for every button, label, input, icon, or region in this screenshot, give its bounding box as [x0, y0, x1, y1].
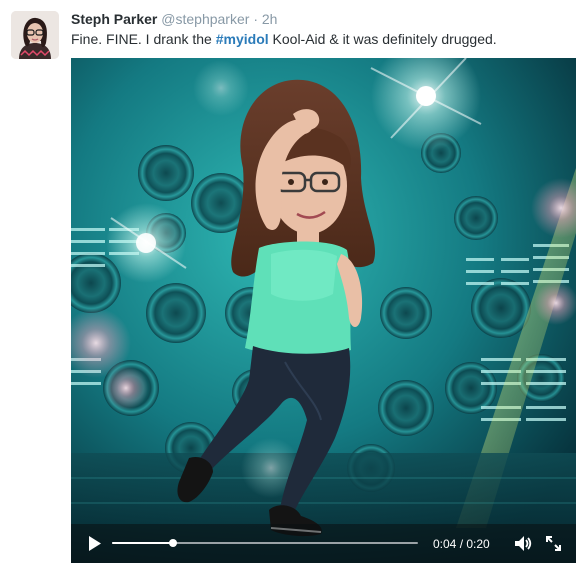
- video-controls: 0:04 / 0:20: [71, 524, 576, 563]
- tweet-text-after: Kool-Aid & it was definitely drugged.: [268, 31, 497, 47]
- progress-handle[interactable]: [169, 539, 177, 547]
- play-icon: [89, 536, 101, 551]
- separator-dot: ·: [253, 11, 258, 27]
- hashtag-link[interactable]: #myidol: [216, 31, 269, 47]
- avatar-image: [11, 11, 59, 59]
- time-display: 0:04 / 0:20: [433, 537, 490, 551]
- volume-icon: [515, 536, 532, 551]
- play-button[interactable]: [87, 535, 103, 552]
- progress-fill: [112, 542, 173, 544]
- progress-bar[interactable]: [112, 536, 418, 550]
- author-name[interactable]: Steph Parker: [71, 11, 157, 27]
- fullscreen-button[interactable]: [545, 535, 562, 552]
- avatar[interactable]: [11, 11, 59, 59]
- volume-button[interactable]: [514, 535, 532, 552]
- tweet-text: Fine. FINE. I drank the #myidol Kool-Aid…: [71, 30, 497, 48]
- tweet-text-before: Fine. FINE. I drank the: [71, 31, 216, 47]
- fullscreen-icon: [546, 536, 561, 551]
- video-player[interactable]: 0:04 / 0:20: [71, 58, 576, 563]
- tweet-header: Steph Parker @stephparker · 2h: [71, 10, 277, 28]
- author-handle[interactable]: @stephparker: [161, 11, 249, 27]
- video-frame: [71, 58, 576, 563]
- timestamp[interactable]: 2h: [262, 11, 278, 27]
